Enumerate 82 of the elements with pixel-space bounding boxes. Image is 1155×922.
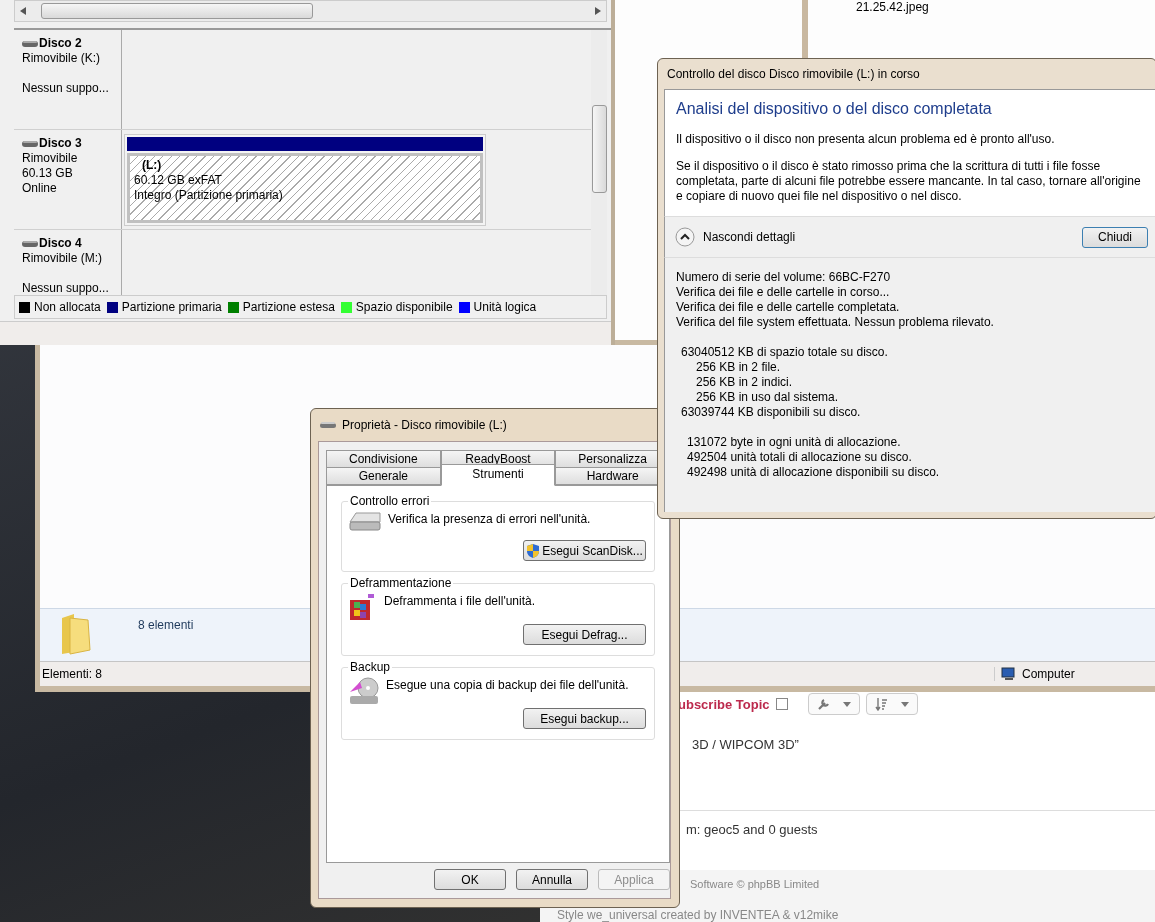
details-toggle[interactable]: Nascondi dettagli — [675, 227, 796, 247]
log-line: Verifica dei file e delle cartelle in corso... — [676, 285, 891, 300]
horizontal-scrollbar[interactable] — [14, 0, 607, 22]
disk-status: Nessun suppo... — [22, 81, 110, 96]
disk-detail: Online — [22, 181, 58, 196]
online-users-text: m: geoc5 and 0 guests — [686, 822, 818, 837]
log-line: 256 KB in 2 file. — [695, 360, 782, 375]
vertical-scrollbar[interactable] — [591, 30, 607, 295]
right-arrow-icon[interactable] — [595, 7, 601, 15]
disk-info-panel[interactable]: Disco 3 Rimovibile 60.13 GB Online — [14, 130, 122, 229]
action-button[interactable]: Esegui ScanDisk... — [523, 540, 646, 561]
log-line: 492498 unità di allocazione disponibili su disco. — [687, 465, 941, 480]
partition-size: 60.12 GB exFAT — [134, 173, 223, 188]
partition-block[interactable]: (L:) 60.12 GB exFAT Integro (Partizione primaria) — [124, 134, 486, 226]
dialog-button[interactable]: OK — [434, 869, 506, 890]
location-text: Computer — [1022, 667, 1075, 681]
legend-label: Non allocata — [34, 300, 101, 314]
action-button[interactable]: Esegui backup... — [523, 708, 646, 729]
dialog-title: Controllo del disco Disco rimovibile (L:) in corso — [666, 66, 921, 83]
dialog-title: Proprietà - Disco rimovibile (L:) — [342, 418, 507, 432]
section-description: Esegue una copia di backup dei file dell'unità. — [386, 678, 629, 692]
chevron-icon — [675, 227, 695, 247]
legend-label: Partizione estesa — [242, 300, 335, 314]
log-line: 256 KB in uso dal sistema. — [695, 390, 840, 405]
disk-name: Disco 3 — [39, 136, 82, 151]
disk-detail: 60.13 GB — [22, 166, 74, 181]
drive-icon — [22, 239, 38, 248]
log-line: 63040512 KB di spazio totale su disco. — [681, 345, 889, 360]
result-heading: Analisi del dispositivo o del disco completata — [676, 100, 993, 118]
disk-detail: Rimovibile — [22, 151, 79, 166]
log-line: 63039744 KB disponibili su disco. — [681, 405, 862, 420]
legend-label: Unità logica — [473, 300, 537, 314]
log-line: Numero di serie del volume: 66BC-F270 — [676, 270, 892, 285]
drive-icon — [22, 139, 38, 148]
subscribe-link[interactable]: ubscribe Topic — [678, 696, 770, 712]
result-message: Il dispositivo o il disco non presenta alcun problema ed è pronto all'uso. — [676, 132, 1056, 147]
status-text: Elementi: 8 — [42, 667, 103, 681]
log-line: 131072 byte in ogni unità di allocazione. — [687, 435, 902, 450]
disk-name: Disco 4 — [39, 236, 82, 251]
footer-text: Style we_universal created by INVENTEA & v12mike — [557, 909, 839, 922]
drive-icon — [22, 39, 38, 48]
file-name[interactable]: 21.25.42.jpeg — [856, 0, 929, 14]
group-title: Deframmentazione — [349, 576, 453, 590]
log-line: 492504 unità totali di allocazione su disco. — [687, 450, 913, 465]
section-description: Deframmenta i file dell'unità. — [384, 594, 536, 608]
drive-icon — [348, 510, 382, 532]
action-button[interactable]: Esegui Defrag... — [523, 624, 646, 645]
disk-type: Rimovibile (K:) — [22, 51, 101, 66]
group-title: Controllo errori — [349, 494, 431, 508]
subscribe-checkbox[interactable] — [775, 698, 788, 710]
caret-icon — [900, 701, 909, 707]
log-line: Verifica del file system effettuata. Nessun problema rilevato. — [676, 315, 995, 330]
sort-icon — [874, 697, 889, 711]
drive-icon — [320, 421, 336, 429]
footer-text: Software © phpBB Limited — [690, 878, 820, 890]
tab[interactable]: Generale — [326, 467, 441, 485]
tools-button[interactable] — [807, 693, 860, 715]
disk-status: Nessun suppo... — [22, 281, 110, 295]
legend-label: Partizione primaria — [121, 300, 222, 314]
left-arrow-icon[interactable] — [20, 7, 26, 15]
section-description: Verifica la presenza di errori nell'unità. — [388, 512, 591, 526]
disk-type: Rimovibile (M:) — [22, 251, 103, 266]
backup-icon — [348, 676, 380, 706]
item-count: 8 elementi — [138, 618, 194, 632]
dialog-button[interactable]: Annulla — [516, 869, 588, 890]
close-button[interactable]: Chiudi — [1082, 226, 1148, 248]
log-line: Verifica dei file e delle cartelle completata. — [676, 300, 901, 315]
disk-name: Disco 2 — [39, 36, 82, 51]
disk-info-panel[interactable]: Disco 2 Rimovibile (K:) Nessun suppo... — [14, 30, 122, 129]
partition-label: (L:) — [142, 158, 163, 173]
tab[interactable]: Strumenti — [440, 464, 556, 486]
partition-status: Integro (Partizione primaria) — [134, 188, 284, 203]
topic-title: 3D / WIPCOM 3D” — [692, 737, 799, 752]
log-line: 256 KB in 2 indici. — [695, 375, 794, 390]
result-message: Se il dispositivo o il disco è stato rimosso prima che la scrittura di tutti i file fosse completata, parte di alcuni file potrebbe essere mancante. In tal caso, tornare all'origine e copiare di nuovo quei file nel dispositivo o nel disco. — [676, 159, 1142, 204]
sort-button[interactable] — [865, 693, 918, 715]
tab[interactable]: Condivisione — [326, 450, 441, 468]
wrench-icon — [816, 697, 831, 711]
computer-icon — [1001, 667, 1017, 681]
caret-icon — [842, 701, 851, 707]
group-title: Backup — [349, 660, 392, 674]
legend-label: Spazio disponibile — [355, 300, 453, 314]
